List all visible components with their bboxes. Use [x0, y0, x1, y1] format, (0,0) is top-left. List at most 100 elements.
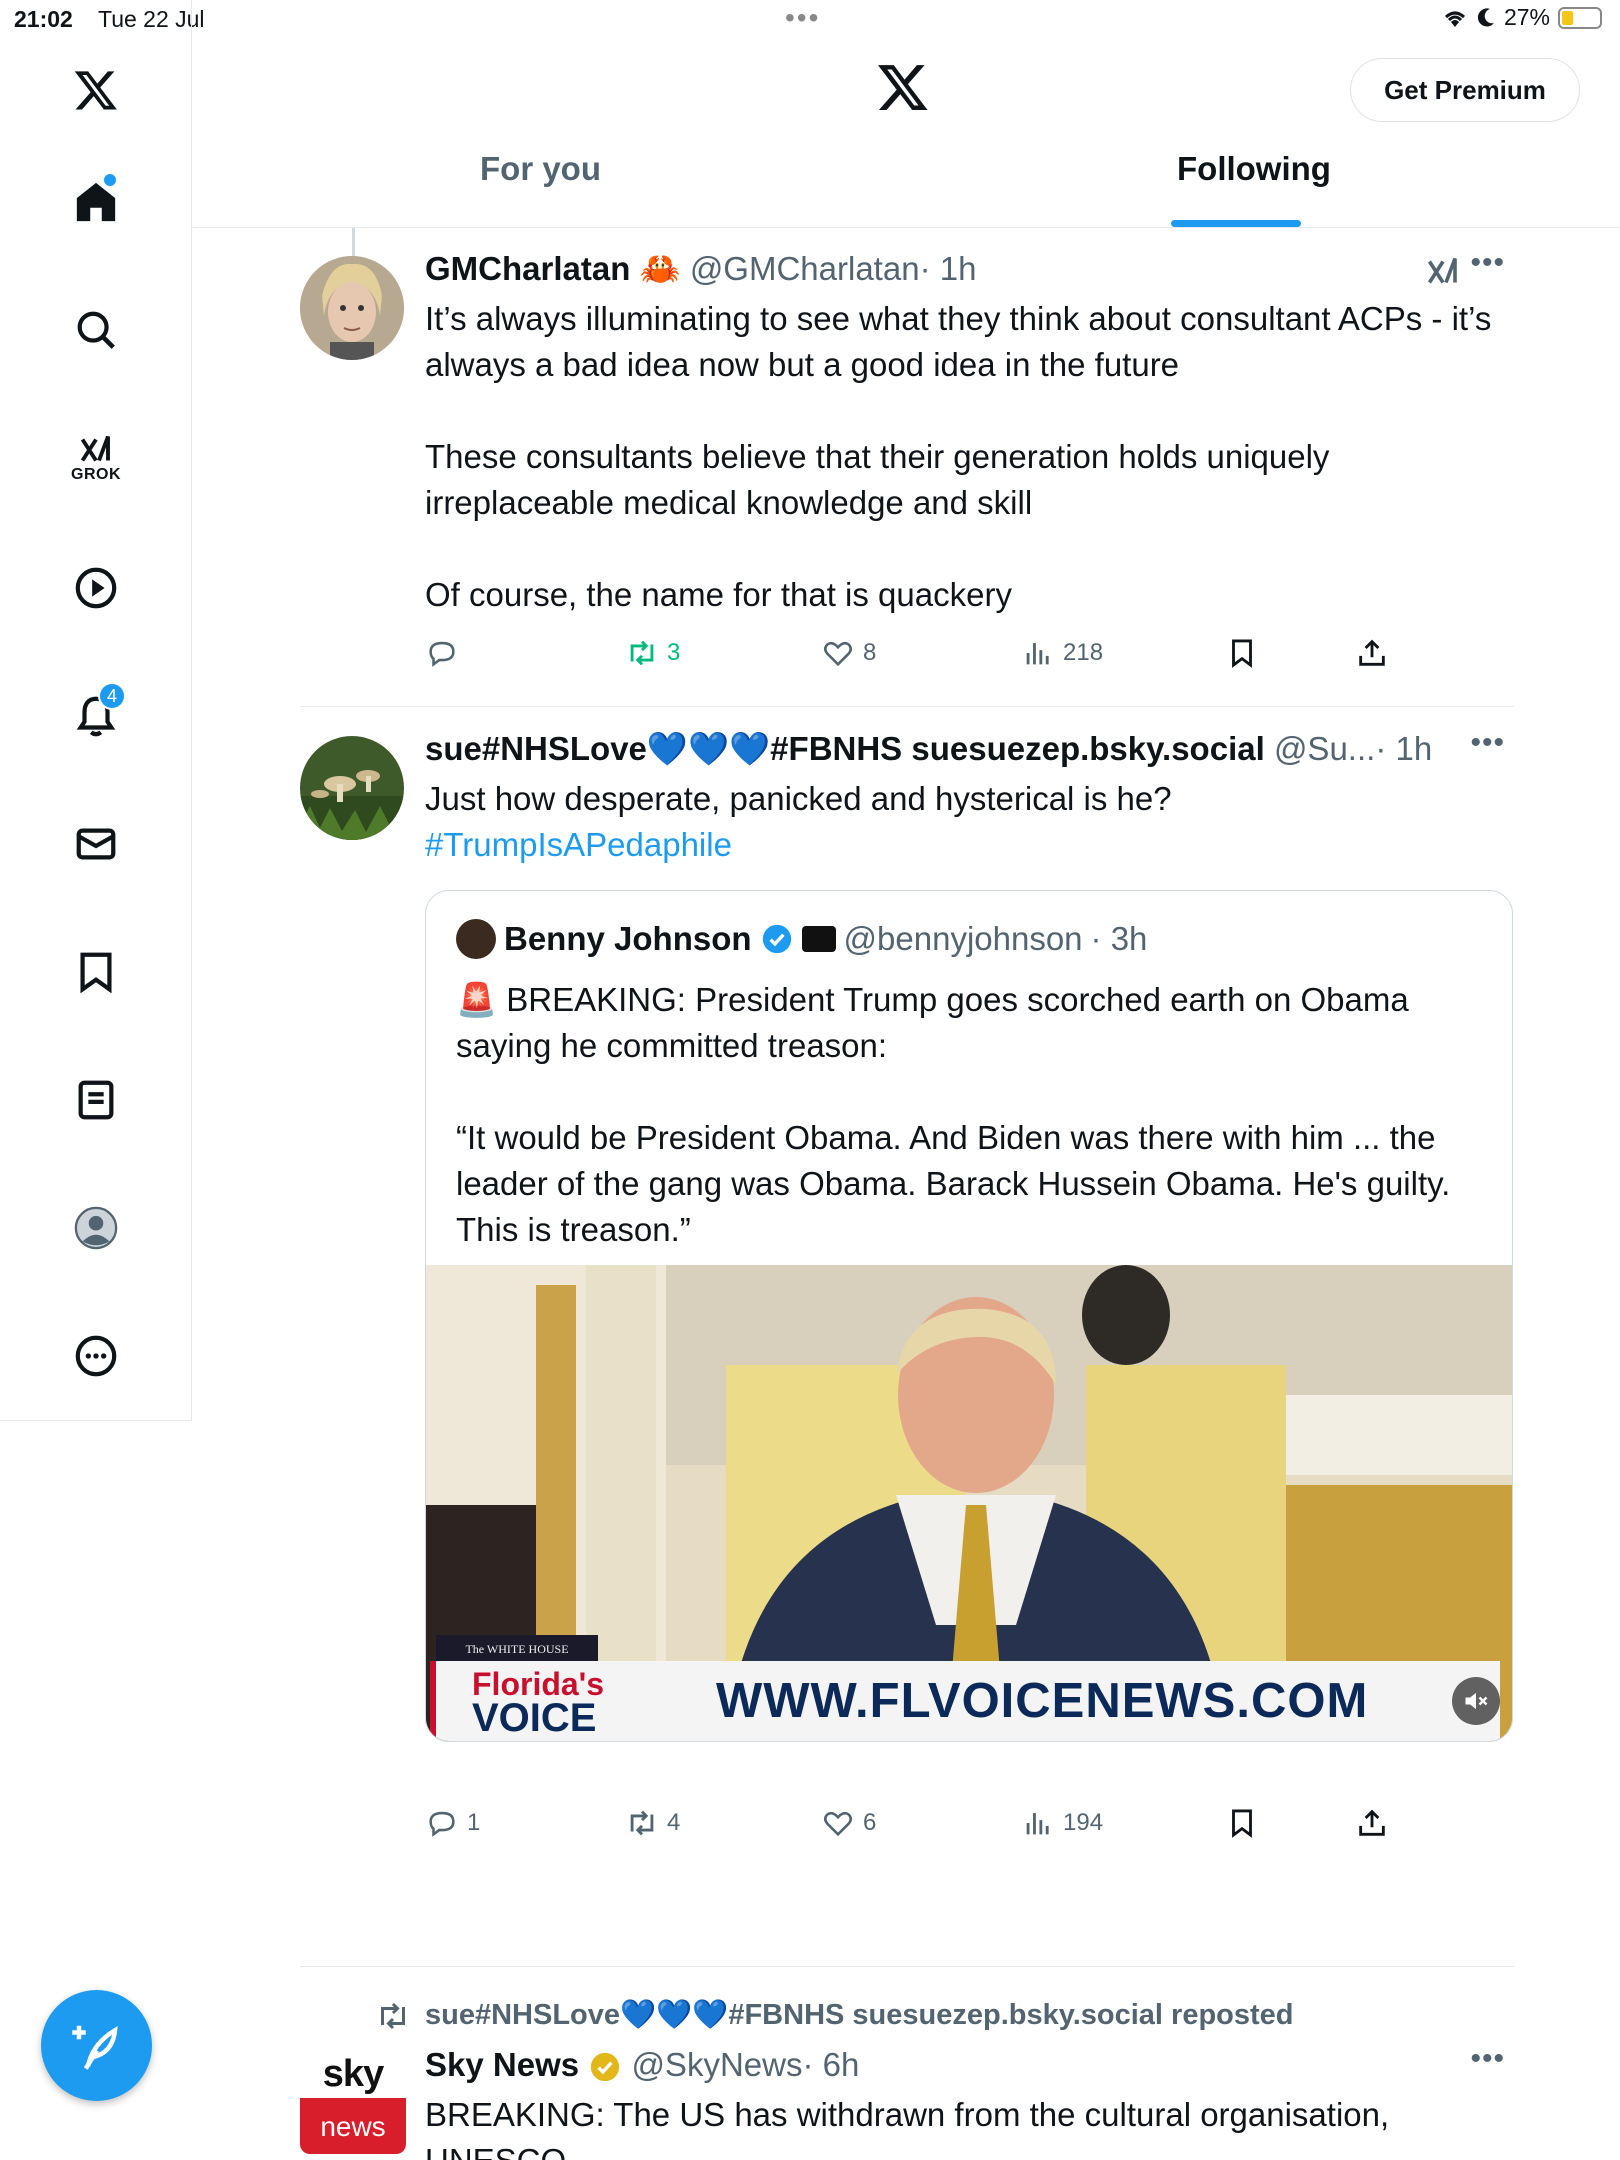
avatar[interactable] — [300, 736, 404, 840]
views-button[interactable]: 194 — [1021, 1806, 1103, 1840]
mute-button[interactable] — [1452, 1677, 1500, 1725]
quote-avatar[interactable] — [456, 919, 496, 959]
tweet-paragraph: It’s always illuminating to see what the… — [425, 300, 1492, 383]
author-handle[interactable]: @Su... — [1274, 730, 1375, 767]
avatar[interactable]: sky news — [300, 2048, 406, 2154]
x-logo-icon — [74, 71, 117, 110]
battery-icon — [1558, 6, 1602, 29]
tab-following[interactable]: Following — [1177, 150, 1331, 226]
post-time[interactable]: · 1h — [1375, 730, 1432, 767]
quoted-post[interactable]: Benny Johnson @bennyjohnson · 3h 🚨 BREAKI… — [425, 890, 1513, 1742]
like-button[interactable]: 6 — [821, 1806, 876, 1840]
quote-author-name[interactable]: Benny Johnson — [504, 920, 752, 958]
like-count: 6 — [863, 1809, 877, 1836]
hashtag-link[interactable]: #TrumpIsAPedaphile — [425, 822, 1505, 868]
sidebar-item-notifications[interactable]: 4 — [56, 676, 136, 756]
battery-percent: 27% — [1503, 4, 1550, 30]
tweet-paragraph: Of course, the name for that is quackery — [425, 576, 1012, 613]
share-button[interactable] — [1355, 1806, 1389, 1840]
sidebar-item-search[interactable] — [56, 290, 136, 370]
sidebar-x-logo[interactable] — [56, 50, 136, 130]
author-name[interactable]: Sky News — [425, 2046, 579, 2083]
sidebar-divider — [0, 1420, 192, 1421]
more-circle-icon — [75, 1335, 117, 1377]
tweet-header: GMCharlatan 🦀 @GMCharlatan· 1h — [425, 250, 976, 289]
tweet[interactable]: GMCharlatan 🦀 @GMCharlatan· 1h ••• It’s … — [193, 228, 1513, 708]
tab-for-you[interactable]: For you — [480, 150, 601, 226]
quote-paragraph: “It would be President Obama. And Biden … — [456, 1119, 1451, 1248]
tweet-actions: 3 8 218 — [425, 636, 1425, 676]
repost-button[interactable]: 4 — [625, 1806, 680, 1840]
author-handle[interactable]: @SkyNews — [631, 2046, 802, 2083]
post-time[interactable]: · 6h — [802, 2046, 859, 2083]
avatar[interactable] — [300, 256, 404, 360]
views-button[interactable]: 218 — [1021, 636, 1103, 670]
reply-icon — [429, 1811, 455, 1837]
sidebar-item-profile[interactable] — [56, 1188, 136, 1268]
heart-icon — [823, 1811, 853, 1837]
reply-button[interactable] — [425, 636, 467, 670]
grok-icon — [80, 435, 110, 462]
sidebar-item-videos[interactable] — [56, 548, 136, 628]
more-options-icon[interactable]: ••• — [1470, 246, 1505, 280]
tweet-divider — [300, 1966, 1514, 1967]
timeline-header: Get Premium For you Following — [193, 40, 1620, 228]
mail-icon — [76, 828, 116, 860]
author-name[interactable]: GMCharlatan — [425, 250, 630, 287]
sidebar-item-home[interactable] — [56, 162, 136, 242]
banner-logo-bottom: VOICE — [472, 1696, 597, 1740]
bookmark-icon — [80, 952, 112, 994]
quote-author-handle[interactable]: @bennyjohnson — [844, 920, 1083, 958]
bookmark-button[interactable] — [1225, 1806, 1259, 1840]
profile-avatar-icon — [74, 1206, 118, 1250]
search-icon — [77, 311, 115, 349]
tweet-divider — [300, 706, 1514, 707]
like-count: 8 — [863, 639, 877, 666]
sidebar-item-messages[interactable] — [56, 804, 136, 884]
tweet-text: It’s always illuminating to see what the… — [425, 296, 1505, 618]
banner-logo: Florida's VOICE — [436, 1667, 636, 1740]
avatar-image — [300, 256, 404, 360]
x-logo-icon — [878, 65, 928, 110]
tweet-text: BREAKING: The US has withdrawn from the … — [425, 2096, 1390, 2160]
tweet-actions: 1 4 6 194 — [425, 1806, 1425, 1846]
view-count: 194 — [1063, 1809, 1104, 1836]
grok-explain-icon[interactable] — [1425, 254, 1461, 290]
tweet-header: Sky News @SkyNews· 6h — [425, 2046, 859, 2084]
post-time[interactable]: · 1h — [920, 250, 977, 287]
like-button[interactable]: 8 — [821, 636, 876, 670]
compose-feather-icon — [71, 2025, 118, 2070]
status-right: 27% — [1442, 4, 1602, 31]
verified-badge-icon — [762, 924, 791, 954]
quote-post-time: · 3h — [1090, 920, 1148, 957]
reply-button[interactable]: 1 — [425, 1806, 480, 1840]
bookmark-icon — [1232, 1809, 1252, 1838]
reply-count: 1 — [467, 1809, 481, 1836]
quote-video[interactable]: The WHITE HOUSE Florida's VOICE WWW.FLVO… — [426, 1265, 1512, 1741]
white-house-tag: The WHITE HOUSE — [436, 1635, 598, 1663]
bookmark-button[interactable] — [1225, 636, 1259, 670]
view-count: 218 — [1063, 639, 1104, 666]
repost-button[interactable]: 3 — [625, 636, 680, 670]
repost-count: 3 — [667, 639, 681, 666]
sidebar: GROK 4 — [0, 0, 192, 1420]
tweet[interactable]: sue#NHSLove💙💙💙#FBNHS suesuezep.bsky.soci… — [193, 708, 1513, 1966]
get-premium-button[interactable]: Get Premium — [1350, 58, 1580, 122]
tweet[interactable]: sue#NHSLove💙💙💙#FBNHS suesuezep.bsky.soci… — [193, 1968, 1513, 2160]
more-options-icon[interactable]: ••• — [1470, 2042, 1505, 2076]
compose-post-button[interactable] — [41, 1990, 152, 2101]
more-options-icon[interactable]: ••• — [1470, 726, 1505, 760]
multitasking-dots[interactable]: ••• — [785, 2, 820, 34]
sidebar-item-more[interactable] — [56, 1316, 136, 1396]
sidebar-item-grok[interactable]: GROK — [56, 418, 136, 498]
tweet-paragraph: These consultants believe that their gen… — [425, 438, 1330, 521]
repost-context[interactable]: sue#NHSLove💙💙💙#FBNHS suesuezep.bsky.soci… — [425, 1998, 1294, 2032]
share-button[interactable] — [1355, 636, 1389, 670]
sidebar-item-lists[interactable] — [56, 1060, 136, 1140]
moon-icon — [1477, 7, 1494, 26]
author-name[interactable]: sue#NHSLove💙💙💙#FBNHS suesuezep.bsky.soci… — [425, 730, 1265, 767]
views-icon — [1026, 1813, 1049, 1835]
sidebar-item-bookmarks[interactable] — [56, 932, 136, 1012]
author-handle[interactable]: @GMCharlatan — [690, 250, 920, 287]
active-tab-indicator — [1171, 220, 1301, 227]
